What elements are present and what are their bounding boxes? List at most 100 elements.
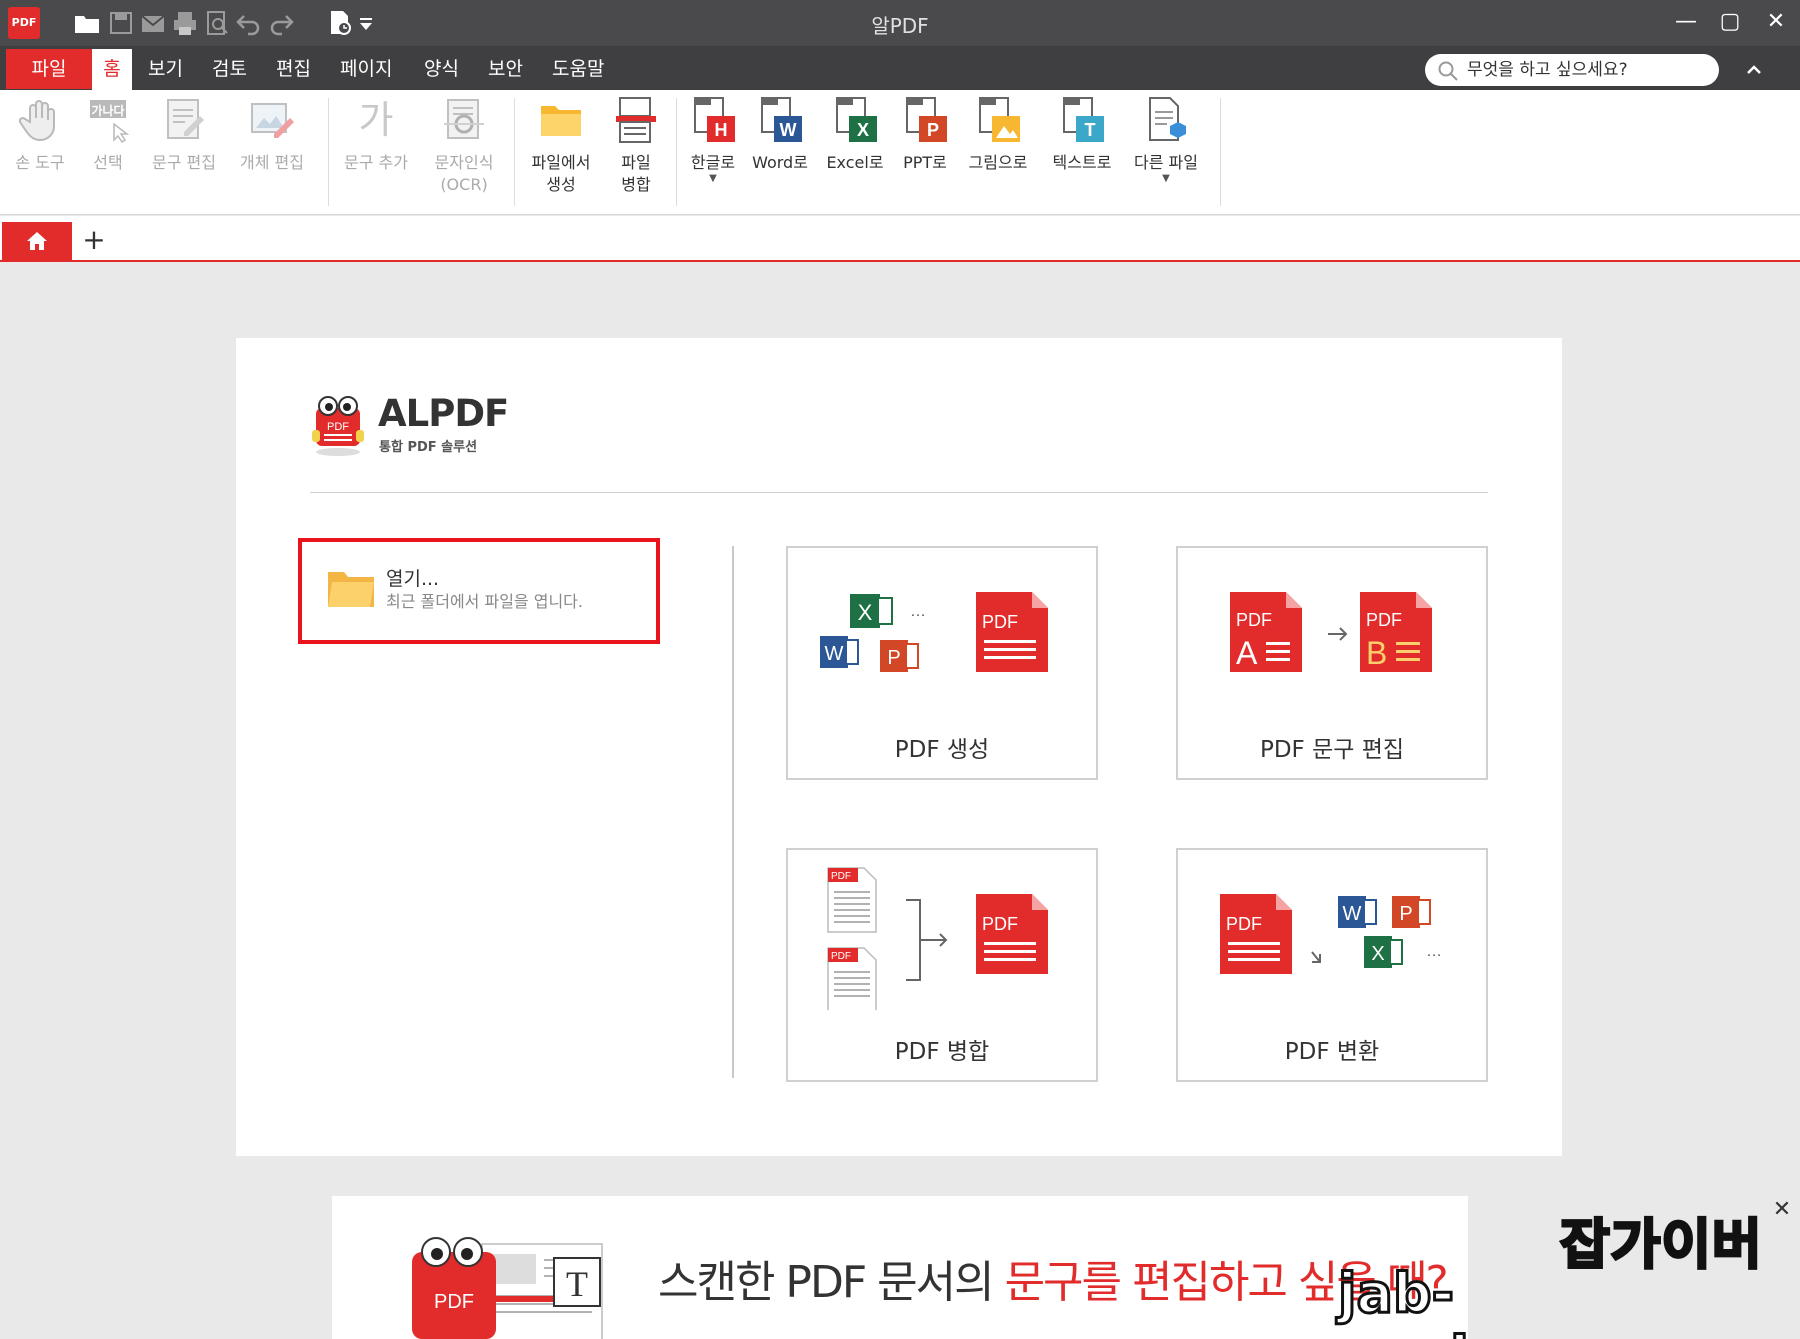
divider	[310, 492, 1488, 493]
tab-review[interactable]: 검토	[212, 49, 247, 89]
tab-security[interactable]: 보안	[488, 49, 523, 89]
svg-text:W: W	[1343, 903, 1362, 925]
tab-edit[interactable]: 편집	[276, 49, 311, 89]
merge-line2: 병합	[621, 175, 651, 194]
add-text-label: 문구 추가	[344, 153, 408, 172]
print-preview-icon[interactable]	[202, 8, 232, 38]
ocr-button[interactable]: 문자인식 (OCR)	[424, 96, 504, 196]
mail-icon[interactable]	[138, 8, 168, 38]
select-badge: 가나다	[91, 104, 125, 118]
svg-text:PDF: PDF	[434, 1291, 474, 1313]
customize-dropdown-icon[interactable]	[356, 8, 376, 38]
watermark-url: jab-guyber.com	[1337, 1261, 1692, 1339]
svg-text:PDF: PDF	[1226, 914, 1262, 934]
maximize-button[interactable]: ▢	[1710, 4, 1750, 40]
undo-icon[interactable]	[234, 8, 264, 38]
svg-text:P: P	[1399, 903, 1412, 925]
svg-text:PDF: PDF	[831, 951, 851, 962]
svg-text:W: W	[825, 643, 844, 665]
search-box[interactable]: 무엇을 하고 싶으세요?	[1425, 54, 1719, 86]
text-edit-icon	[160, 96, 208, 144]
pdf-convert-card[interactable]: PDF W P X … PDF 변환	[1176, 848, 1488, 1082]
brand-subtitle: 통합 PDF 솔루션	[379, 440, 478, 455]
to-image-label: 그림으로	[968, 153, 1028, 172]
open-file-item[interactable]: 열기... 최근 폴더에서 파일을 엽니다.	[298, 538, 660, 644]
hwp-convert-icon: H	[689, 96, 737, 144]
tab-form[interactable]: 양식	[424, 49, 459, 89]
to-text-button[interactable]: T 텍스트로	[1044, 96, 1120, 174]
text-convert-icon: T	[1058, 96, 1106, 144]
minimize-button[interactable]: —	[1666, 4, 1706, 40]
redo-icon[interactable]	[266, 8, 296, 38]
tab-help[interactable]: 도움말	[552, 49, 604, 89]
tab-home[interactable]: 홈	[92, 49, 132, 90]
ribbon-separator	[1220, 98, 1221, 206]
other-file-icon	[1142, 96, 1190, 144]
svg-text:PDF: PDF	[831, 871, 851, 882]
tab-view[interactable]: 보기	[148, 49, 183, 89]
svg-text:A: A	[1236, 635, 1258, 671]
to-image-button[interactable]: 그림으로	[960, 96, 1036, 174]
merge-line1: 파일	[621, 153, 651, 172]
start-panel: PDF ALPDF 통합 PDF 솔루션 열기... 최근 폴더에서 파일을 엽…	[236, 338, 1562, 1156]
to-word-button[interactable]: W Word로	[748, 96, 812, 174]
ocr-label: 문자인식 (OCR)	[424, 152, 504, 196]
ribbon-separator	[676, 98, 677, 206]
brand-name: ALPDF	[378, 392, 509, 435]
to-excel-label: Excel로	[826, 153, 884, 172]
ad-close-button[interactable]: ✕	[1770, 1198, 1794, 1222]
close-button[interactable]: ✕	[1756, 4, 1796, 40]
to-excel-button[interactable]: X Excel로	[822, 96, 888, 174]
svg-text:PDF: PDF	[982, 612, 1018, 632]
object-edit-button[interactable]: 개체 편집	[232, 96, 312, 174]
svg-text:X: X	[1371, 943, 1384, 965]
folder-icon	[326, 568, 376, 610]
save-icon[interactable]	[106, 8, 136, 38]
hand-tool-label: 손 도구	[15, 153, 65, 172]
text-select-icon: 가나다	[84, 96, 132, 144]
add-text-button[interactable]: 가 문구 추가	[336, 96, 416, 174]
pdf-create-icon: X … W P PDF	[788, 548, 1096, 708]
add-tab-button[interactable]: +	[78, 222, 110, 258]
ocr-icon	[440, 96, 488, 144]
select-button[interactable]: 가나다 선택	[78, 96, 138, 174]
tab-file[interactable]: 파일	[6, 49, 92, 89]
print-icon[interactable]	[170, 8, 200, 38]
svg-text:T: T	[566, 1264, 588, 1304]
text-edit-button[interactable]: 문구 편집	[144, 96, 224, 174]
merge-files-button[interactable]: 파일 병합	[604, 96, 668, 196]
home-tab[interactable]	[2, 222, 72, 260]
document-tab-bar: +	[0, 216, 1800, 262]
svg-text:B: B	[1366, 635, 1387, 671]
dropdown-caret-icon: ▼	[1162, 173, 1170, 184]
to-hwp-button[interactable]: H 한글로 ▼	[684, 96, 742, 184]
to-ppt-button[interactable]: P PPT로	[896, 96, 954, 174]
ocr-label-line1: 문자인식	[434, 153, 494, 172]
open-title: 열기...	[386, 568, 440, 590]
open-folder-icon[interactable]	[72, 8, 102, 38]
ad-banner[interactable]: PDF T 스캔한 PDF 문서의 문구를 편집하고 싶을 때?	[332, 1196, 1468, 1339]
create-from-file-button[interactable]: 파일에서 생성	[522, 96, 600, 196]
window-title: 알PDF	[871, 14, 929, 38]
svg-text:X: X	[857, 120, 869, 140]
to-text-label: 텍스트로	[1052, 153, 1112, 172]
hand-tool-button[interactable]: 손 도구	[6, 96, 74, 174]
recent-document-icon[interactable]	[326, 8, 356, 38]
ribbon-separator	[328, 98, 329, 206]
svg-text:T: T	[1085, 120, 1096, 140]
pdf-create-card[interactable]: X … W P PDF PDF 생성	[786, 546, 1098, 780]
tab-page[interactable]: 페이지	[340, 49, 392, 89]
svg-text:P: P	[927, 120, 939, 140]
ad-text: 스캔한 PDF 문서의 문구를 편집하고 싶을 때?	[658, 1246, 1449, 1310]
title-bar: PDF 알PDF — ▢ ✕	[0, 0, 1800, 46]
ad-text-dark: 스캔한 PDF 문서의	[658, 1257, 1005, 1308]
image-convert-icon	[974, 96, 1022, 144]
word-convert-icon: W	[756, 96, 804, 144]
other-file-button[interactable]: 다른 파일 ▼	[1126, 96, 1206, 184]
pdf-text-edit-card[interactable]: PDF A PDF B PDF 문구 편집	[1176, 546, 1488, 780]
app-logo: PDF	[8, 7, 40, 39]
pdf-merge-card[interactable]: PDF PDF PDF PDF 병합	[786, 848, 1098, 1082]
search-input[interactable]: 무엇을 하고 싶으세요?	[1467, 58, 1628, 82]
excel-convert-icon: X	[831, 96, 879, 144]
collapse-ribbon-icon[interactable]	[1742, 58, 1766, 82]
